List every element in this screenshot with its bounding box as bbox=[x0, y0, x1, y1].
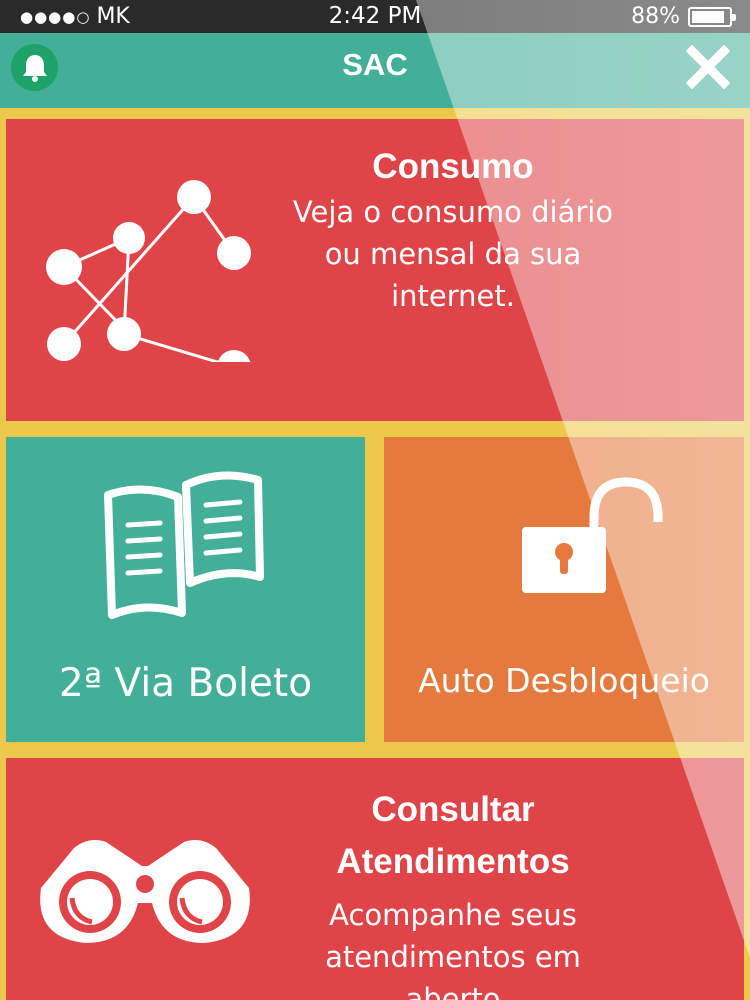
consumo-title: Consumo bbox=[372, 147, 534, 186]
navigation-bar: SAC bbox=[0, 33, 750, 108]
binoculars-icon bbox=[40, 840, 250, 943]
desbloqueio-label: Auto Desbloqueio bbox=[418, 661, 710, 700]
battery-percentage: 88% bbox=[631, 4, 680, 29]
battery-icon bbox=[688, 6, 736, 27]
atendimentos-description: Acompanhe seus atendimentos em aberto bbox=[325, 898, 581, 1000]
tile-consumo[interactable]: Consumo Veja o consumo diário ou mensal … bbox=[6, 119, 744, 421]
unlocked-padlock-icon bbox=[522, 477, 663, 593]
boleto-label: 2ª Via Boleto bbox=[58, 661, 313, 706]
atendimentos-title: Consultar Atendimentos bbox=[336, 790, 570, 881]
header-divider bbox=[0, 108, 750, 115]
battery-level-fill bbox=[692, 10, 724, 23]
tile-auto-desbloqueio[interactable]: Auto Desbloqueio bbox=[384, 437, 744, 742]
close-icon bbox=[685, 44, 731, 90]
close-button[interactable] bbox=[685, 44, 731, 90]
consumo-description: Veja o consumo diário ou mensal da sua i… bbox=[292, 195, 614, 313]
status-bar: ●●●●○ MK 2:42 PM 88% bbox=[0, 0, 750, 33]
tile-segunda-via-boleto[interactable]: 2ª Via Boleto bbox=[6, 437, 365, 742]
consumo-text: Consumo Veja o consumo diário ou mensal … bbox=[288, 147, 618, 317]
documents-icon bbox=[104, 471, 264, 619]
page-title: SAC bbox=[342, 47, 408, 82]
atendimentos-text: Consultar Atendimentos Acompanhe seus at… bbox=[288, 784, 618, 1000]
battery-status: 88% bbox=[631, 4, 736, 29]
line-graph-icon bbox=[46, 180, 251, 362]
tile-consultar-atendimentos[interactable]: Consultar Atendimentos Acompanhe seus at… bbox=[6, 758, 744, 1000]
